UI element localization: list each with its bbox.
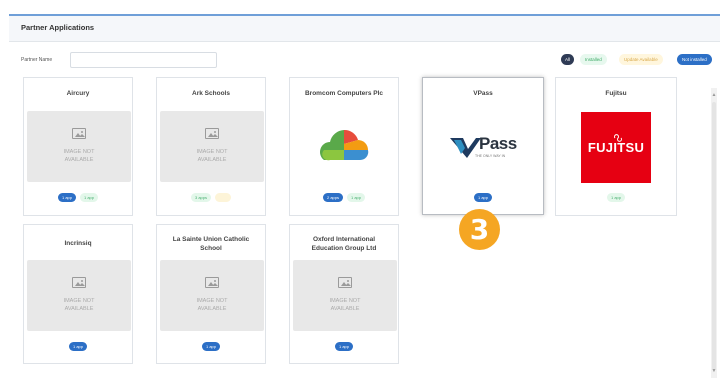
vpass-logo-text: Pass [479, 134, 517, 153]
partner-card-title: La Sainte Union Catholic School [172, 236, 250, 252]
app-count-badges: 1 app [157, 342, 265, 351]
filter-not-installed-button[interactable]: Not installed [677, 54, 712, 65]
image-placeholder-icon [72, 128, 86, 139]
app-count-badge: 2 apps [322, 193, 343, 202]
panel-title: Partner Applications [9, 16, 720, 42]
partner-card-title: Bromcom Computers Plc [304, 90, 384, 97]
placeholder-text: IMAGE NOT [329, 298, 361, 304]
image-placeholder-icon [205, 277, 219, 288]
scroll-up-arrow-icon[interactable]: ▲ [711, 92, 717, 98]
app-count-badges: 1 app [290, 342, 398, 351]
placeholder-text: IMAGE NOT [196, 149, 228, 155]
installed-count-badge: 1 app [80, 193, 99, 202]
scrollbar-thumb[interactable] [712, 102, 716, 370]
app-count-badge: 1 app [473, 193, 492, 202]
partner-card-title: Aircury [66, 90, 90, 97]
image-placeholder-icon [338, 277, 352, 288]
partner-card-title: Ark Schools [192, 90, 230, 97]
vpass-logo: Pass THE ONLY WAY IN [423, 112, 543, 184]
app-count-badge: 1 app [68, 342, 87, 351]
vertical-scrollbar[interactable]: ▲ ▼ [711, 88, 717, 378]
partner-card-title: VPass [473, 90, 493, 97]
bromcom-cloud-logo [320, 129, 369, 161]
partner-name-label: Partner Name [21, 57, 53, 63]
filter-all-button[interactable]: All [561, 54, 574, 65]
fujitsu-infinity-icon [614, 134, 622, 142]
partner-card-fujitsu[interactable]: Fujitsu FUJITSU 1 app [555, 77, 677, 216]
update-available-badge [215, 193, 231, 202]
fujitsu-logo-text: FUJITSU [587, 140, 645, 155]
image-not-available-placeholder: IMAGE NOT AVAILABLE [160, 111, 264, 182]
image-placeholder-icon [72, 277, 86, 288]
app-count-badges: 1 app [556, 193, 676, 202]
installed-count-badge: 1 app [347, 193, 366, 202]
image-not-available-placeholder: IMAGE NOT AVAILABLE [160, 260, 264, 331]
partner-card-la-sainte-union[interactable]: La Sainte Union Catholic School IMAGE NO… [156, 224, 266, 364]
partner-card-oxford-international[interactable]: Oxford International Education Group Ltd… [289, 224, 399, 364]
partner-card-incrinsiq[interactable]: Incrinsiq IMAGE NOT AVAILABLE 1 app [23, 224, 133, 364]
vpass-tagline: THE ONLY WAY IN [475, 154, 506, 158]
app-count-badges: 1 app [24, 342, 132, 351]
filter-row: Partner Name All Installed Update Availa… [21, 52, 720, 70]
app-count-badge: 1 app [334, 342, 353, 351]
partner-applications-panel: Partner Applications Partner Name All In… [9, 14, 720, 381]
placeholder-text: IMAGE NOT [196, 298, 228, 304]
app-count-badges: 2 apps 1 app [290, 193, 398, 202]
step-number-marker: 3 [459, 209, 500, 250]
installed-count-badge: 1 app [606, 193, 625, 202]
app-count-badges: 1 app 1 app [24, 193, 132, 202]
placeholder-text: IMAGE NOT [63, 149, 95, 155]
bromcom-logo [290, 112, 398, 184]
filter-update-available-button[interactable]: Update Available [619, 54, 663, 65]
partner-card-aircury[interactable]: Aircury IMAGE NOT AVAILABLE 1 app 1 app [23, 77, 133, 216]
partner-card-vpass[interactable]: VPass Pass THE ONLY WAY IN 1 app [422, 77, 544, 215]
partner-name-input[interactable] [70, 52, 217, 68]
partner-card-title: Incrinsiq [64, 240, 92, 247]
image-placeholder-icon [205, 128, 219, 139]
installed-count-badge: 3 apps [190, 193, 211, 202]
partner-card-title: Fujitsu [605, 90, 627, 97]
placeholder-text: AVAILABLE [197, 306, 227, 312]
image-not-available-placeholder: IMAGE NOT AVAILABLE [293, 260, 397, 331]
scroll-down-arrow-icon[interactable]: ▼ [711, 368, 717, 374]
placeholder-text: AVAILABLE [197, 157, 227, 163]
app-count-badges: 1 app [423, 193, 543, 202]
placeholder-text: AVAILABLE [64, 157, 94, 163]
image-not-available-placeholder: IMAGE NOT AVAILABLE [27, 260, 131, 331]
placeholder-text: AVAILABLE [64, 306, 94, 312]
app-count-badge: 1 app [201, 342, 220, 351]
app-count-badge: 1 app [57, 193, 76, 202]
filter-installed-button[interactable]: Installed [580, 54, 607, 65]
partner-card-title: Oxford International Education Group Ltd [311, 236, 377, 252]
fujitsu-logo: FUJITSU [581, 112, 651, 183]
placeholder-text: AVAILABLE [330, 306, 360, 312]
partner-card-bromcom[interactable]: Bromcom Computers Plc 2 apps 1 app [289, 77, 399, 216]
image-not-available-placeholder: IMAGE NOT AVAILABLE [27, 111, 131, 182]
placeholder-text: IMAGE NOT [63, 298, 95, 304]
app-count-badges: 3 apps [157, 193, 265, 202]
partner-card-ark-schools[interactable]: Ark Schools IMAGE NOT AVAILABLE 3 apps [156, 77, 266, 216]
